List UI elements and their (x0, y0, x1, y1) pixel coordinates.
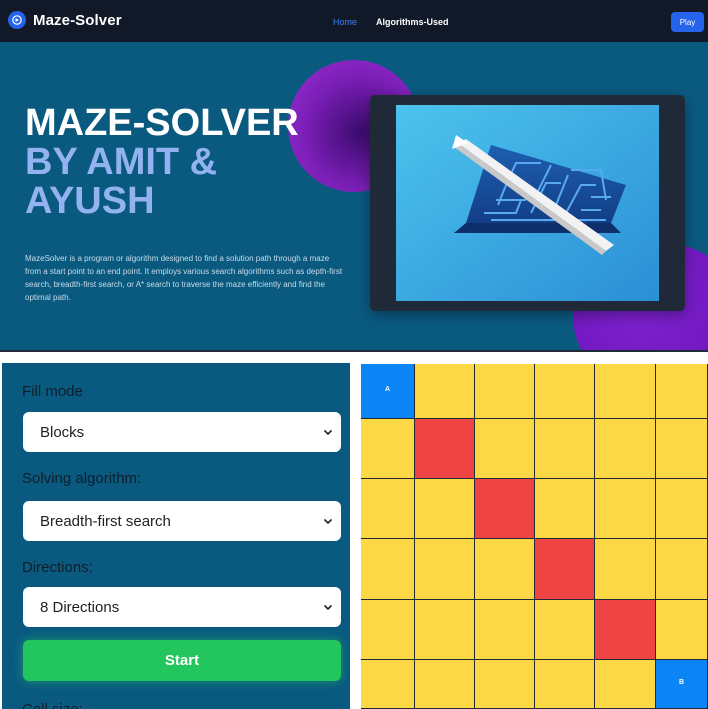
grid-cell[interactable] (535, 364, 595, 419)
section-divider (0, 350, 708, 352)
chevron-down-icon (323, 604, 333, 611)
nav-link-algorithms-used[interactable]: Algorithms-Used (376, 17, 449, 27)
hero-description: MazeSolver is a program or algorithm des… (25, 254, 343, 302)
grid-cell[interactable] (415, 600, 475, 660)
grid-cell[interactable] (595, 479, 656, 539)
grid-cell[interactable] (595, 539, 656, 600)
grid-cell[interactable] (415, 364, 475, 419)
grid-cell-wall[interactable] (595, 600, 656, 660)
grid-cell-end[interactable]: B (656, 660, 708, 709)
grid-cell[interactable] (535, 419, 595, 479)
grid-cell[interactable] (361, 479, 415, 539)
grid-cell[interactable] (656, 479, 708, 539)
hero-subtitle: BY AMIT & (25, 141, 218, 183)
fill-mode-value: Blocks (40, 423, 85, 441)
start-button[interactable]: Start (23, 640, 341, 681)
hero-section: MAZE-SOLVER BY AMIT & AYUSH MazeSolver i… (0, 42, 708, 350)
grid-cell-wall[interactable] (475, 479, 535, 539)
grid-cell[interactable] (535, 660, 595, 709)
end-marker: B (679, 679, 685, 686)
maze-illustration (396, 105, 659, 301)
chevron-down-icon (323, 429, 333, 436)
grid-cell-start[interactable]: A (361, 364, 415, 419)
grid-cell[interactable] (415, 479, 475, 539)
hero-title: MAZE-SOLVER (25, 102, 299, 144)
brand[interactable]: Maze-Solver (8, 11, 122, 29)
grid-cell[interactable] (475, 419, 535, 479)
grid-cell[interactable] (535, 479, 595, 539)
grid-cell[interactable] (595, 364, 656, 419)
control-panel: Fill mode Blocks Solving algorithm: Brea… (2, 363, 350, 709)
brand-name: Maze-Solver (33, 11, 122, 29)
hero-image-frame (370, 95, 685, 311)
grid-cell[interactable] (656, 539, 708, 600)
directions-value: 8 Directions (40, 598, 120, 616)
navbar: Maze-Solver Home Algorithms-Used Play (0, 0, 708, 42)
grid-cell[interactable] (475, 600, 535, 660)
algorithm-value: Breadth-first search (40, 512, 171, 530)
hero-subtitle: AYUSH (25, 180, 155, 222)
algorithm-label: Solving algorithm: (22, 470, 142, 487)
grid-cell[interactable] (475, 364, 535, 419)
algorithm-select[interactable]: Breadth-first search (23, 501, 341, 541)
grid-cell[interactable] (361, 660, 415, 709)
grid-cell[interactable] (535, 600, 595, 660)
nav-link-home[interactable]: Home (333, 17, 357, 27)
fill-mode-label: Fill mode (22, 383, 83, 400)
grid-cell[interactable] (415, 660, 475, 709)
grid-cell[interactable] (475, 539, 535, 600)
logo-icon (8, 11, 26, 29)
maze-grid[interactable]: AB (361, 364, 708, 709)
grid-cell-wall[interactable] (535, 539, 595, 600)
chevron-down-icon (323, 518, 333, 525)
grid-cell[interactable] (415, 539, 475, 600)
grid-cell-wall[interactable] (415, 419, 475, 479)
cell-size-label: Cell size: (22, 701, 83, 709)
directions-label: Directions: (22, 559, 93, 576)
grid-cell[interactable] (656, 364, 708, 419)
grid-cell[interactable] (656, 419, 708, 479)
grid-cell[interactable] (361, 539, 415, 600)
directions-select[interactable]: 8 Directions (23, 587, 341, 627)
grid-cell[interactable] (475, 660, 535, 709)
fill-mode-select[interactable]: Blocks (23, 412, 341, 452)
start-marker: A (385, 386, 391, 393)
grid-cell[interactable] (656, 600, 708, 660)
grid-cell[interactable] (361, 600, 415, 660)
grid-cell[interactable] (361, 419, 415, 479)
grid-cell[interactable] (595, 660, 656, 709)
grid-cell[interactable] (595, 419, 656, 479)
play-button[interactable]: Play (671, 12, 704, 32)
